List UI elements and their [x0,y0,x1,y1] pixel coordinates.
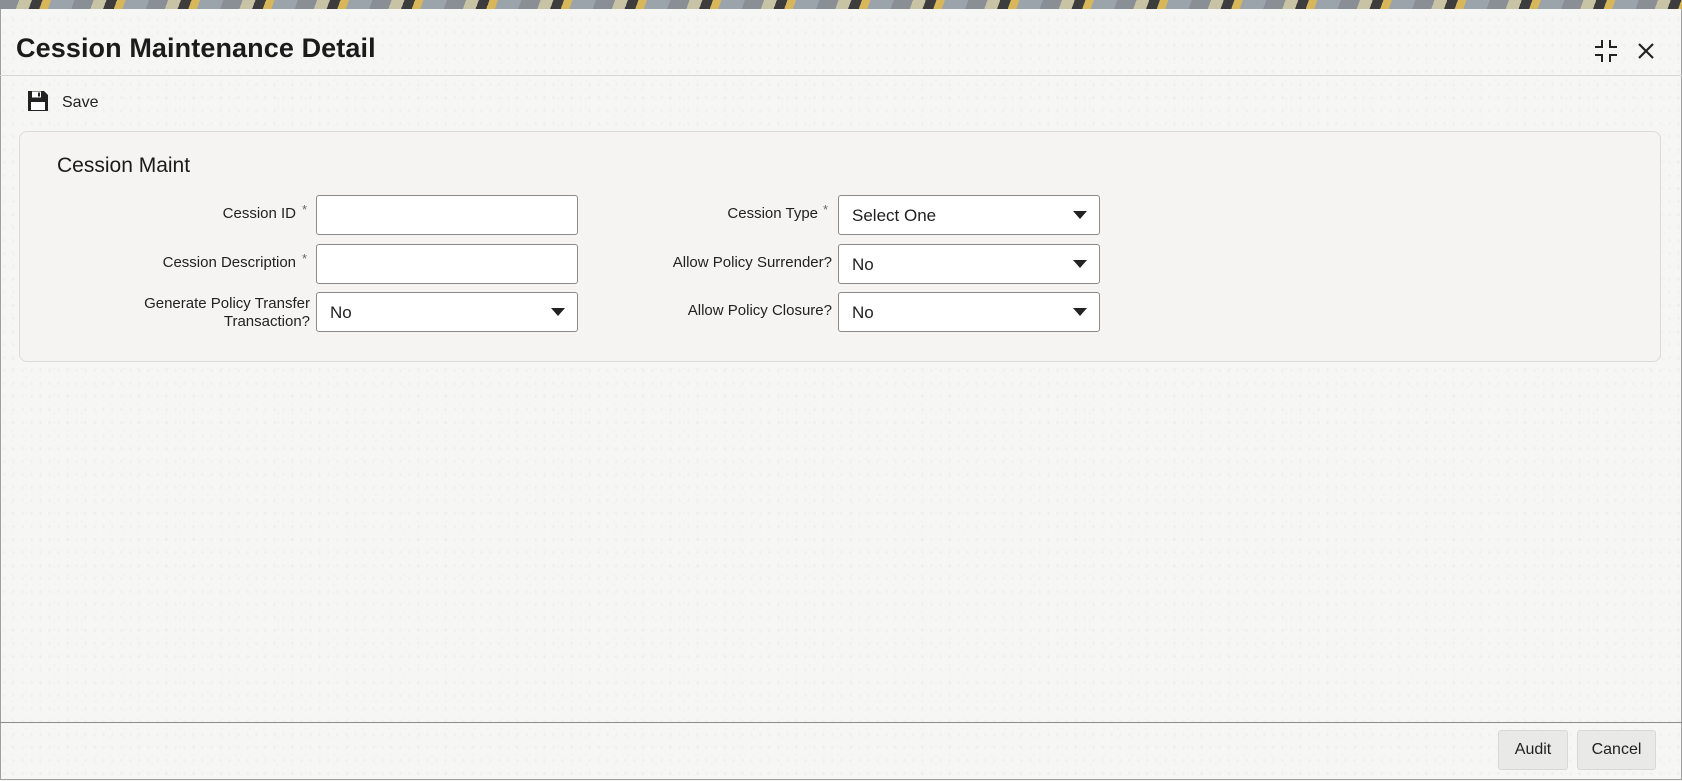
selected-value: No [852,303,874,322]
cession-description-label: Cession Description [162,254,296,271]
window-frame [0,9,1682,780]
audit-button[interactable]: Audit [1498,730,1568,770]
cession-type-label: Cession Type [727,205,818,222]
cession-type-select[interactable]: Select One [838,195,1100,235]
cession-id-label: Cession ID [222,205,296,222]
section-title: Cession Maint [57,154,191,177]
save-button[interactable]: Save [26,90,98,116]
generate-policy-transfer-label-line2: Transaction? [223,313,310,330]
allow-policy-closure-label: Allow Policy Closure? [687,302,832,319]
footer-bar: Audit Cancel [0,722,1682,780]
required-mark: * [302,202,308,217]
selected-value: Select One [852,206,937,225]
window-title: Cession Maintenance Detail [16,33,376,63]
cession-description-input[interactable] [317,245,577,283]
save-label: Save [62,94,99,111]
cession-id-field[interactable] [316,195,578,235]
generate-policy-transfer-label-line1: Generate Policy Transfer [144,295,310,312]
required-mark: * [302,251,308,266]
allow-policy-surrender-select[interactable]: No [838,244,1100,284]
allow-policy-closure-select[interactable]: No [838,292,1100,332]
floppy-disk-icon [26,89,50,118]
selected-value: No [852,255,874,274]
required-mark: * [823,202,829,217]
chevron-down-icon [551,308,565,316]
chevron-down-icon [1073,308,1087,316]
generate-policy-transfer-select[interactable]: No [316,292,578,332]
cession-maint-panel: Cession Maint Cession ID * Cession Descr… [19,131,1661,362]
close-icon[interactable] [1632,37,1660,65]
cancel-button[interactable]: Cancel [1577,730,1656,770]
cession-description-field[interactable] [316,244,578,284]
restore-window-icon[interactable] [1592,37,1620,65]
allow-policy-surrender-label: Allow Policy Surrender? [672,254,832,271]
cession-id-input[interactable] [317,196,577,234]
chevron-down-icon [1073,260,1087,268]
generate-policy-transfer-label: Generate Policy Transfer Transaction? [80,295,310,331]
chevron-down-icon [1073,211,1087,219]
window-header: Cession Maintenance Detail [0,9,1682,76]
top-banner-strip [0,0,1682,9]
selected-value: No [330,303,352,322]
